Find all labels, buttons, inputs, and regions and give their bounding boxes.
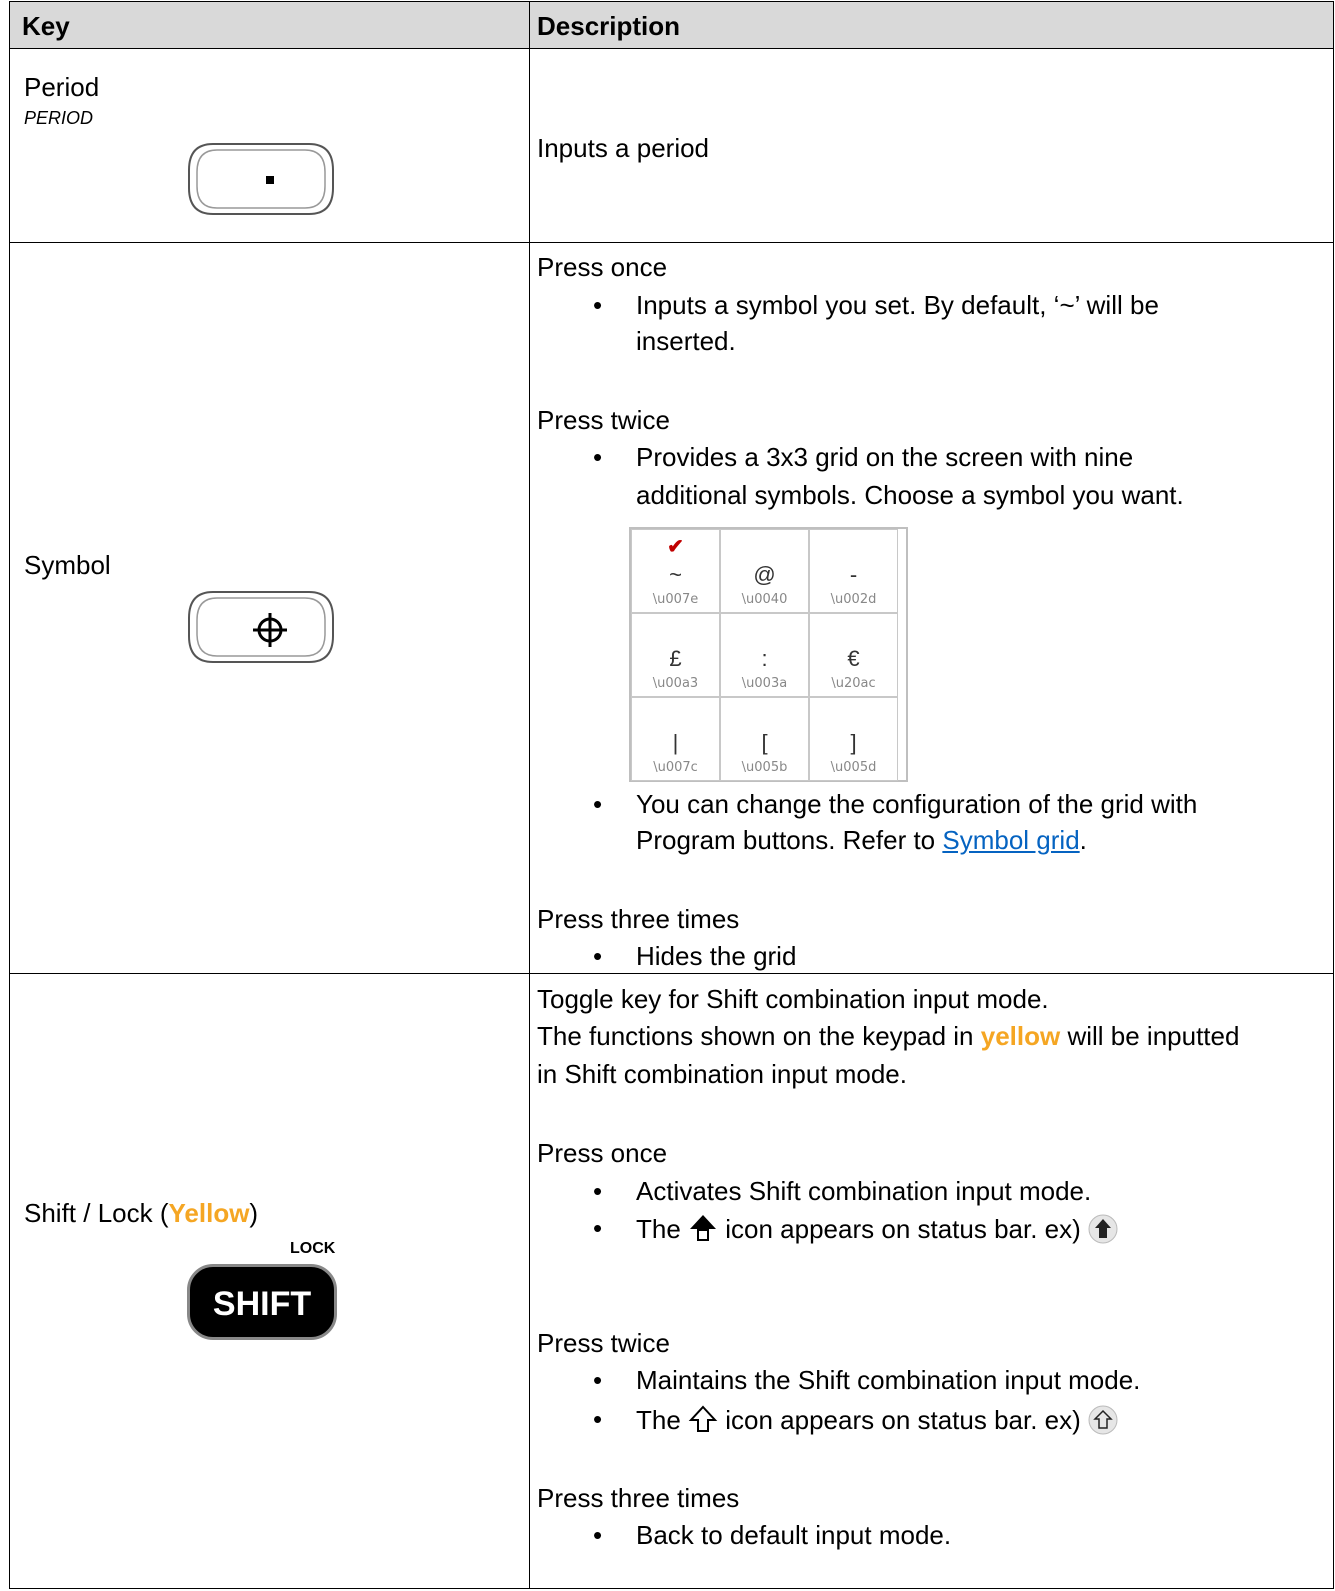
shift-status-filled-icon	[1088, 1214, 1118, 1244]
shift-name-post: )	[249, 1198, 259, 1228]
press-twice-label: Press twice	[537, 1328, 670, 1358]
key-description-table: Key Description Period PERIOD Inputs a p…	[9, 1, 1334, 1589]
press-twice-label: Press twice	[537, 405, 670, 435]
symbol-grid-link[interactable]: Symbol grid	[942, 825, 1079, 855]
shift-status-outline-icon	[1088, 1405, 1118, 1435]
shift-twice-bullet-2: The icon appears on status bar. ex)	[636, 1404, 1118, 1436]
grid-code: \u003a	[741, 676, 788, 691]
grid-cell[interactable]: [ \u005b	[720, 697, 809, 781]
shift-intro-1: Toggle key for Shift combination input m…	[537, 984, 1049, 1014]
shift-outline-arrow-icon	[688, 1405, 718, 1432]
bullet: •	[593, 1176, 603, 1206]
press-once-label: Press once	[537, 252, 668, 282]
twice-bullet-2-line-1: You can change the configuration of the …	[636, 789, 1198, 819]
grid-cell[interactable]: | \u007c	[631, 697, 720, 781]
bullet: •	[593, 1520, 603, 1550]
grid-symbol: €	[847, 646, 860, 671]
press-three-label: Press three times	[537, 904, 740, 934]
grid-symbol: @	[753, 562, 776, 587]
bullet: •	[593, 1404, 603, 1434]
grid-code: \u005d	[830, 760, 877, 775]
grid-code: \u007e	[652, 592, 699, 607]
period-text: .	[1079, 825, 1087, 855]
divider	[10, 242, 1333, 243]
grid-symbol: ~	[669, 562, 682, 587]
grid-cell[interactable]: - \u002d	[809, 529, 898, 613]
twice-bullet-1-line-1: Provides a 3x3 grid on the screen with n…	[636, 442, 1134, 472]
bullet: •	[593, 290, 603, 320]
shift-intro-3: in Shift combination input mode.	[537, 1059, 907, 1089]
refer-text: Program buttons. Refer to	[636, 825, 943, 855]
press-three-label: Press three times	[537, 1483, 740, 1513]
once-bullet-1-line-2: inserted.	[636, 326, 736, 356]
shift-once-bullet-1: Activates Shift combination input mode.	[636, 1176, 1092, 1206]
grid-code: \u005b	[741, 760, 788, 775]
shift-twice-bullet-1: Maintains the Shift combination input mo…	[636, 1365, 1141, 1395]
b2-pre: The	[636, 1214, 689, 1244]
once-bullet-1-line-1: Inputs a symbol you set. By default, ‘~’…	[636, 290, 1159, 320]
grid-symbol: :	[761, 646, 768, 671]
grid-symbol: -	[849, 562, 858, 587]
shift-three-bullet-1: Back to default input mode.	[636, 1520, 952, 1550]
b2-post: icon appears on status bar. ex)	[718, 1405, 1089, 1435]
bullet: •	[593, 789, 603, 819]
key-sub-period: PERIOD	[24, 108, 94, 128]
grid-symbol: £	[669, 646, 682, 671]
shift-label: SHIFT	[212, 1285, 312, 1323]
grid-cell[interactable]: ] \u005d	[809, 697, 898, 781]
grid-code: \u20ac	[831, 676, 876, 691]
table-header-row: Key Description	[10, 2, 1333, 49]
shift-key-icon: SHIFT	[187, 1264, 337, 1340]
key-name-period: Period	[24, 72, 100, 102]
shift-name-pre: Shift / Lock (	[24, 1198, 169, 1228]
grid-cell[interactable]: € \u20ac	[809, 613, 898, 697]
yellow-word: Yellow	[168, 1198, 250, 1228]
b2-pre: The	[636, 1405, 689, 1435]
three-bullet-1: Hides the grid	[636, 941, 797, 971]
yellow-word: yellow	[980, 1021, 1061, 1051]
shift-intro-2: The functions shown on the keypad in yel…	[537, 1021, 1239, 1052]
twice-bullet-2-line-2: Program buttons. Refer to Symbol grid.	[636, 825, 1087, 856]
bullet: •	[593, 941, 603, 971]
grid-cell[interactable]: : \u003a	[720, 613, 809, 697]
divider	[10, 48, 1333, 49]
press-once-label: Press once	[537, 1138, 668, 1168]
grid-cell[interactable]: ✔ ~ \u007e	[631, 529, 720, 613]
key-name-symbol: Symbol	[24, 550, 111, 580]
grid-cell[interactable]: @ \u0040	[720, 529, 809, 613]
twice-bullet-1-line-2: additional symbols. Choose a symbol you …	[636, 480, 1184, 510]
shift-once-bullet-2: The icon appears on status bar. ex)	[636, 1213, 1118, 1245]
divider	[10, 973, 1333, 974]
lock-label: LOCK	[290, 1240, 336, 1257]
key-name-shift: Shift / Lock (Yellow)	[24, 1198, 258, 1229]
b2-post: icon appears on status bar. ex)	[718, 1214, 1089, 1244]
grid-code: \u007c	[653, 760, 698, 775]
checkmark-icon: ✔	[667, 536, 684, 558]
grid-code: \u00a3	[652, 676, 699, 691]
grid-code: \u0040	[741, 592, 788, 607]
desc-period: Inputs a period	[537, 133, 710, 163]
grid-code: \u002d	[830, 592, 877, 607]
grid-symbol: [	[761, 730, 768, 755]
bullet: •	[593, 1365, 603, 1395]
intro2-pre: The functions shown on the keypad in	[537, 1021, 981, 1051]
header-description: Description	[537, 11, 681, 41]
symbol-key-icon	[188, 591, 334, 663]
intro2-post: will be inputted	[1060, 1021, 1240, 1051]
grid-symbol: ]	[850, 730, 857, 755]
bullet: •	[593, 442, 603, 472]
header-key: Key	[22, 11, 70, 41]
period-key-icon	[188, 143, 334, 215]
grid-cell[interactable]: £ \u00a3	[631, 613, 720, 697]
shift-filled-arrow-icon	[690, 1215, 717, 1241]
bullet: •	[593, 1213, 603, 1243]
column-divider	[529, 2, 530, 1588]
symbol-grid: ✔ ~ \u007e @ \u0040 - \u002d £ \u00a3 : …	[629, 527, 908, 782]
grid-symbol: |	[672, 730, 679, 755]
